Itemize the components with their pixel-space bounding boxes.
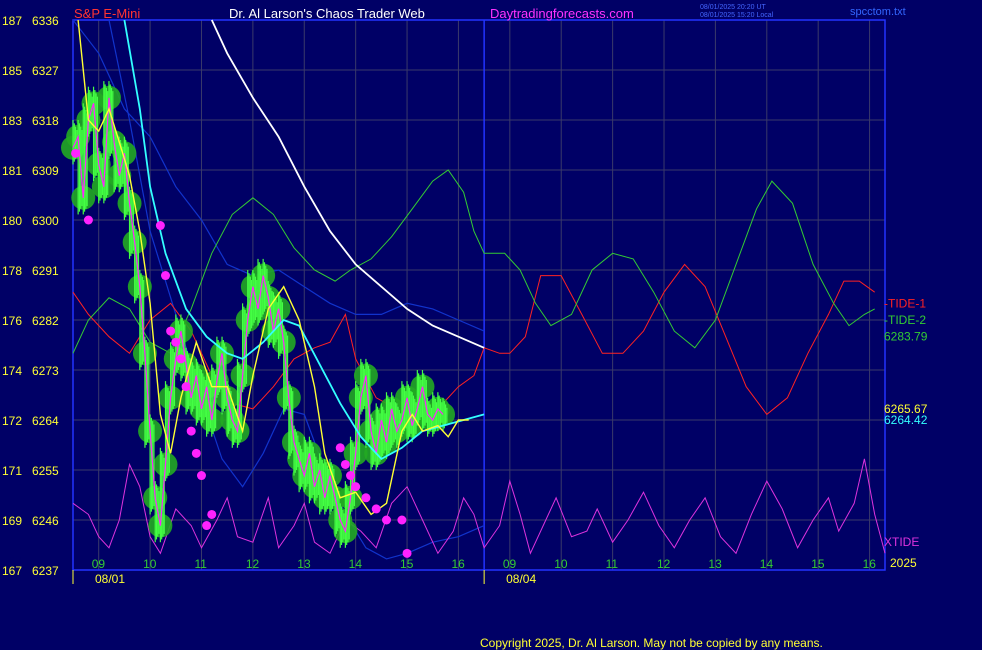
x-tick-label: 09: [92, 557, 106, 571]
y-tick-left: 187: [2, 14, 22, 28]
y-tick-price: 6327: [32, 64, 59, 78]
pivot-marker: [397, 515, 407, 525]
y-tick-left: 185: [2, 64, 22, 78]
y-tick-price: 6336: [32, 14, 59, 28]
pivot-marker: [335, 443, 345, 453]
timestamp-local: 08/01/2025 15:20 Local: [700, 12, 774, 19]
pivot-marker: [71, 148, 81, 158]
y-tick-price: 6237: [32, 564, 59, 578]
plot-frame: [72, 19, 886, 571]
year-label: 2025: [890, 556, 917, 570]
chart-svg: 187 6336 185 6327 183 6318 181 6309 180 6300 178 62…: [2, 4, 928, 650]
pivot-marker: [176, 354, 186, 364]
y-tick-price: 6282: [32, 314, 59, 328]
pivot-marker: [196, 471, 206, 481]
pivot-marker: [83, 215, 93, 225]
x-tick-label: 13: [708, 557, 722, 571]
instrument-title: S&P E-Mini: [74, 6, 140, 21]
y-tick-left: 176: [2, 314, 22, 328]
x-tick-label: 09: [503, 557, 517, 571]
series-end-label: -TIDE-1: [884, 296, 926, 310]
y-tick-price: 6318: [32, 114, 59, 128]
y-tick-left: 181: [2, 164, 22, 178]
y-tick-left: 172: [2, 414, 22, 428]
y-tick-left: 169: [2, 514, 22, 528]
tide-line: [72, 458, 886, 555]
pivot-marker: [371, 504, 381, 514]
series-end-label: XTIDE: [884, 535, 919, 549]
y-tick-price: 6255: [32, 464, 59, 478]
series-end-label: 6264.42: [884, 413, 928, 427]
y-tick-price: 6309: [32, 164, 59, 178]
x-tick-label: 14: [349, 557, 363, 571]
y-tick-left: 174: [2, 364, 22, 378]
pivot-marker: [202, 521, 212, 531]
x-tick-label: 14: [760, 557, 774, 571]
data-file-name: spcctom.txt: [850, 6, 906, 18]
copyright-footer: Copyright 2025, Dr. Al Larson. May not b…: [480, 636, 823, 650]
date-label: 08/01: [95, 572, 125, 586]
y-tick-left: 183: [2, 114, 22, 128]
pivot-marker: [155, 221, 165, 231]
brand-title: Dr. Al Larson's Chaos Trader Web: [229, 6, 425, 21]
pivot-marker: [207, 509, 217, 519]
y-tick-price: 6246: [32, 514, 59, 528]
x-tick-label: 12: [657, 557, 671, 571]
date-label: 08/04: [506, 572, 536, 586]
pivot-marker: [191, 448, 201, 458]
series-end-label: -TIDE-2: [884, 313, 926, 327]
x-tick-label: 10: [143, 557, 157, 571]
x-tick-label: 15: [811, 557, 825, 571]
y-tick-left: 167: [2, 564, 22, 578]
pivot-marker: [181, 382, 191, 392]
chart-grid: [72, 19, 886, 571]
site-link[interactable]: Daytradingforecasts.com: [490, 6, 634, 21]
x-tick-label: 11: [194, 557, 207, 571]
pivot-marker: [346, 471, 356, 481]
pivot-marker: [340, 459, 350, 469]
x-tick-label: 16: [451, 557, 465, 571]
pivot-marker: [166, 326, 176, 336]
timestamp-utc: 08/01/2025 20:20 UT: [700, 4, 766, 11]
pivot-marker: [186, 426, 196, 436]
pivot-marker: [361, 493, 371, 503]
y-tick-left: 178: [2, 264, 22, 278]
y-tick-left: 171: [2, 464, 22, 478]
pivot-marker: [171, 337, 181, 347]
tide-line: [72, 169, 875, 354]
x-tick-label: 13: [297, 557, 311, 571]
y-tick-left: 180: [2, 214, 22, 228]
x-tick-label: 12: [246, 557, 260, 571]
pivot-marker: [161, 271, 171, 281]
x-tick-label: 10: [554, 557, 568, 571]
series-end-label: 6283.79: [884, 330, 928, 344]
pivot-marker: [381, 515, 391, 525]
y-tick-price: 6291: [32, 264, 59, 278]
pivot-marker: [351, 482, 361, 492]
x-tick-label: 15: [400, 557, 414, 571]
x-tick-label: 16: [863, 557, 877, 571]
x-tick-label: 11: [606, 557, 619, 571]
y-tick-price: 6264: [32, 414, 59, 428]
y-tick-price: 6300: [32, 214, 59, 228]
y-tick-price: 6273: [32, 364, 59, 378]
